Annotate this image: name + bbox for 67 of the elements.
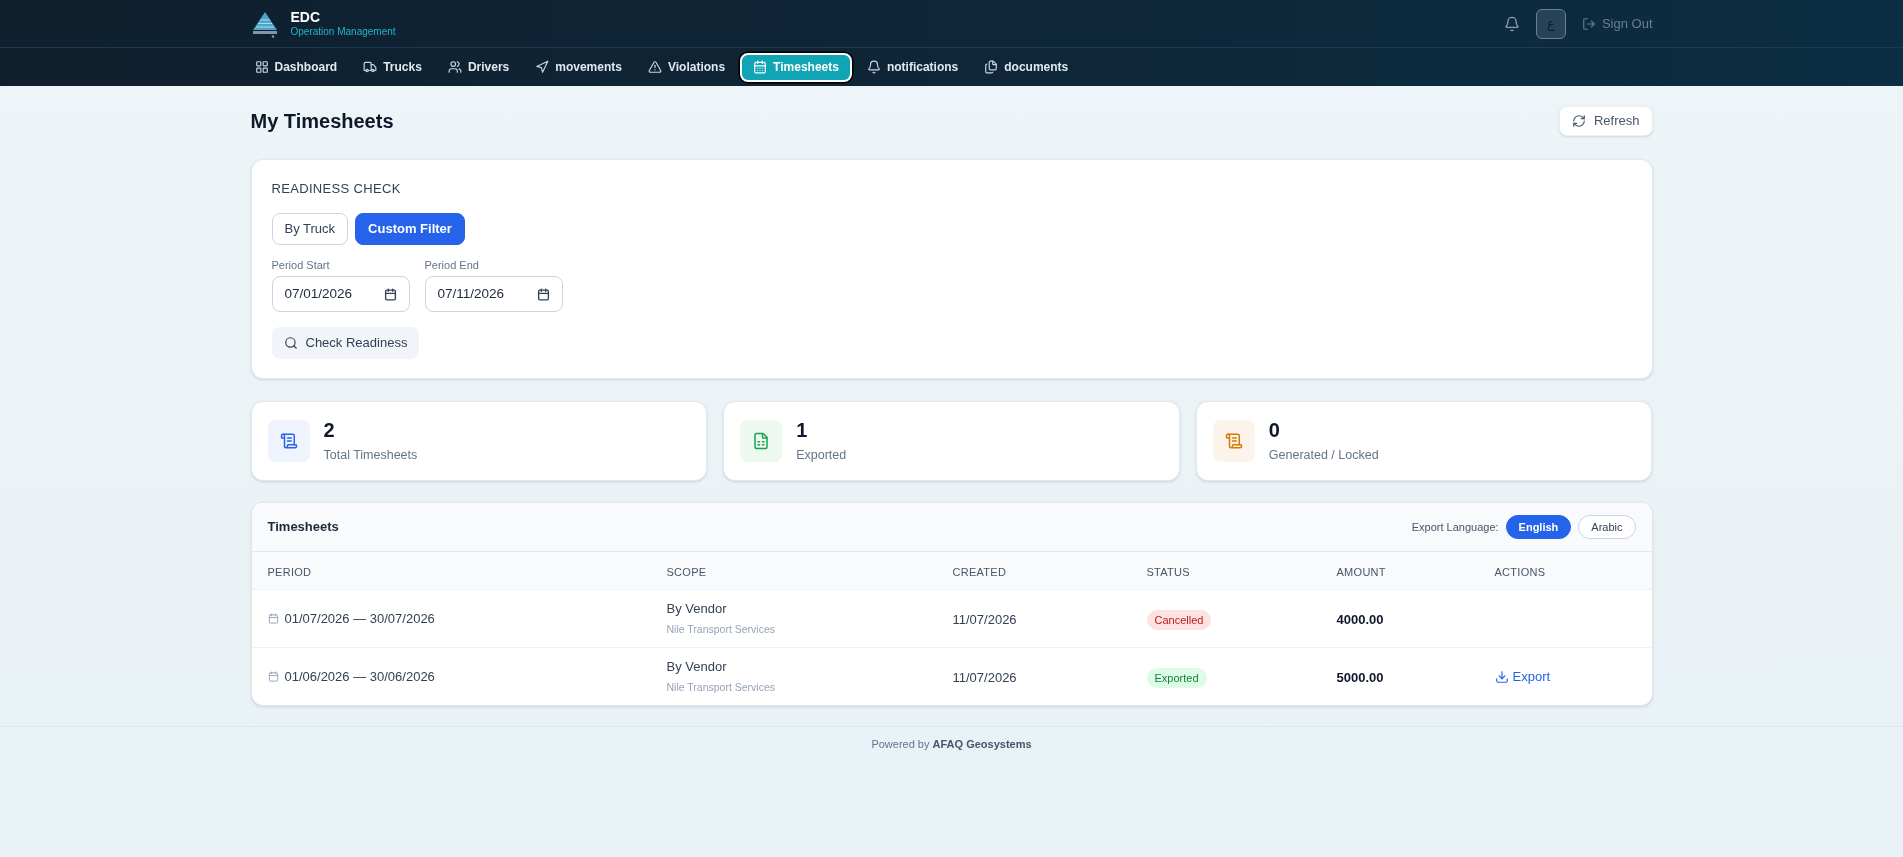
nav-tab[interactable]: Trucks	[352, 52, 433, 82]
field-label: Period Start	[271, 258, 330, 272]
calendar-icon	[267, 613, 279, 624]
notification-bell-icon[interactable]	[1503, 15, 1520, 32]
search-icon	[283, 336, 298, 350]
column-header: CREATED	[952, 565, 1007, 578]
page-title: My Timesheets	[250, 109, 394, 134]
brand-subtitle: Operation Management	[290, 26, 396, 39]
nav-tab[interactable]: notifications	[855, 52, 970, 82]
language-toggle[interactable]: English	[1505, 515, 1572, 539]
scope-text: By Vendor	[666, 600, 727, 619]
nav-tab[interactable]: documents	[973, 52, 1080, 82]
navigation-arrow-icon	[535, 60, 550, 74]
amount-text: 5000.00	[1336, 669, 1384, 685]
calendar-icon[interactable]	[383, 287, 397, 301]
truck-icon	[363, 60, 378, 74]
status-badge: Exported	[1146, 667, 1207, 688]
nav-tab[interactable]: Violations	[636, 52, 737, 82]
language-toggle[interactable]: Arabic	[1578, 515, 1636, 539]
refresh-icon	[1571, 114, 1586, 128]
warning-icon	[647, 60, 662, 74]
export-link[interactable]: Export	[1494, 666, 1551, 687]
nav-tab[interactable]: Drivers	[436, 52, 521, 82]
column-header: PERIOD	[267, 565, 312, 578]
sign-out-button[interactable]: Sign Out	[1581, 13, 1653, 34]
sign-out-icon	[1581, 16, 1596, 31]
column-header: AMOUNT	[1336, 565, 1386, 578]
calendar-icon[interactable]	[536, 287, 550, 301]
filter-mode-toggle[interactable]: By Truck	[271, 213, 349, 245]
column-header: STATUS	[1146, 565, 1190, 578]
scope-text: By Vendor	[666, 658, 727, 677]
stat-label: Exported	[796, 446, 847, 464]
brand-name: EDC	[290, 8, 322, 26]
calendar-icon	[753, 60, 768, 74]
vendor-text: Nile Transport Services	[666, 621, 776, 637]
column-header: SCOPE	[666, 565, 707, 578]
period-text: 01/07/2026 — 30/07/2026	[284, 609, 435, 628]
nav-tab[interactable]: movements	[524, 52, 633, 82]
calendar-icon	[267, 671, 279, 682]
filter-mode-toggle[interactable]: Custom Filter	[355, 213, 465, 245]
status-badge: Cancelled	[1146, 609, 1212, 630]
amount-text: 4000.00	[1336, 611, 1384, 627]
grid-icon	[254, 60, 269, 74]
column-header: ACTIONS	[1494, 565, 1546, 578]
stat-label: Generated / Locked	[1268, 446, 1379, 464]
field-label: Period End	[424, 258, 479, 272]
download-icon	[1494, 669, 1509, 684]
bell-icon	[866, 60, 881, 74]
users-icon	[447, 60, 462, 74]
created-date: 11/07/2026	[952, 611, 1017, 627]
export-language-label: Export Language:	[1411, 519, 1499, 535]
table-title: Timesheets	[267, 518, 339, 537]
stat-value: 0	[1268, 417, 1280, 443]
vendor-text: Nile Transport Services	[666, 679, 776, 695]
check-readiness-button[interactable]: Check Readiness	[271, 327, 420, 359]
date-input-field[interactable]: 07/11/2026	[424, 276, 563, 312]
stat-value: 2	[323, 417, 335, 443]
date-input-field[interactable]: 07/01/2026	[271, 276, 410, 312]
readiness-heading: READINESS CHECK	[271, 181, 401, 197]
stat-label: Total Timesheets	[323, 446, 418, 464]
stat-value: 1	[796, 417, 808, 443]
nav-tab[interactable]: Dashboard	[243, 52, 349, 82]
footer-text: Powered by AFAQ Geosystems	[871, 737, 1032, 752]
refresh-button[interactable]: Refresh	[1558, 106, 1653, 136]
period-text: 01/06/2026 — 30/06/2026	[284, 667, 435, 686]
files-icon	[984, 60, 999, 74]
created-date: 11/07/2026	[952, 669, 1017, 685]
